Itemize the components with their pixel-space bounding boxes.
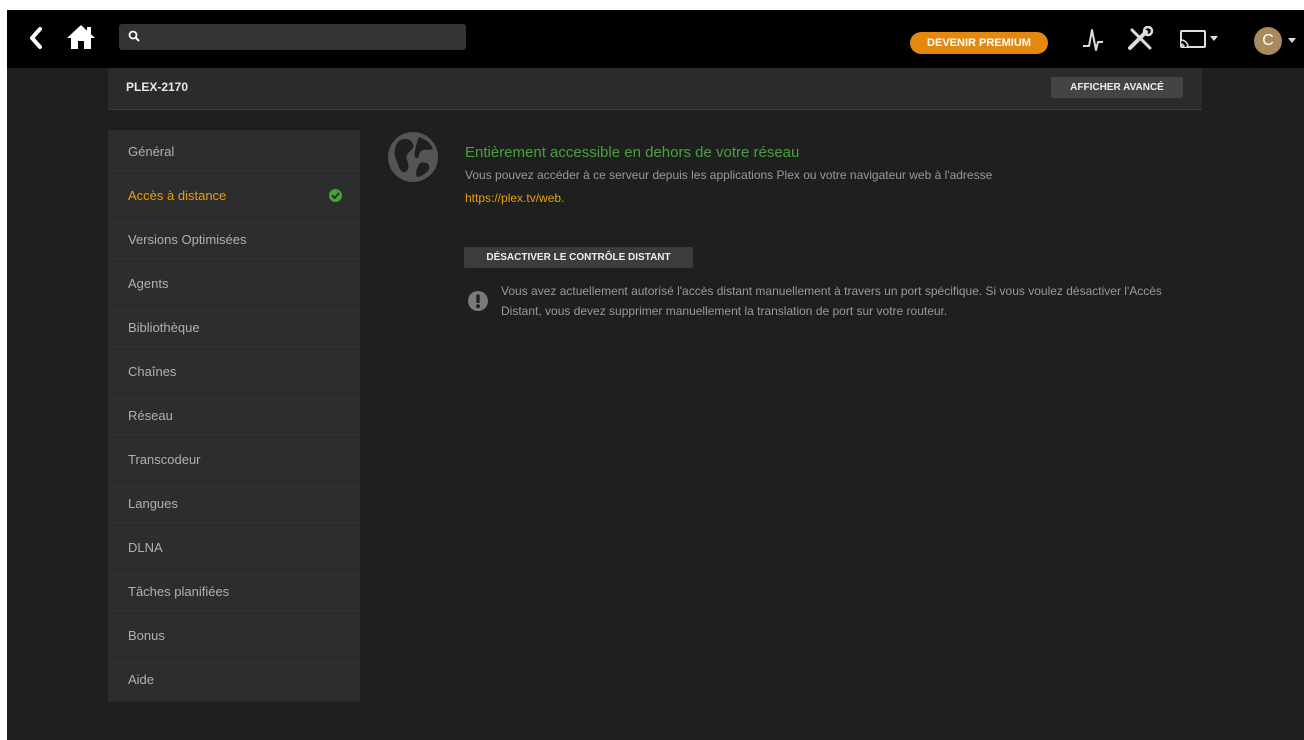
top-bar: DEVENIR PREMIUM C — [7, 10, 1304, 68]
sidebar-item-transcoder[interactable]: Transcodeur — [108, 438, 360, 482]
search-box[interactable] — [119, 24, 466, 50]
sidebar-item-library[interactable]: Bibliothèque — [108, 306, 360, 350]
sidebar-item-extras[interactable]: Bonus — [108, 614, 360, 658]
server-name: PLEX-2170 — [126, 80, 189, 94]
sidebar-item-label: Chaînes — [128, 364, 177, 379]
remote-access-description: Vous pouvez accéder à ce serveur depuis … — [465, 168, 993, 182]
sidebar-item-label: Transcodeur — [128, 452, 201, 467]
sidebar-item-label: Langues — [128, 496, 178, 511]
sidebar-item-general[interactable]: Général — [108, 130, 360, 174]
sidebar-item-label: Réseau — [128, 408, 173, 423]
settings-sidebar: Général Accès à distance Versions Optimi… — [108, 130, 360, 702]
sidebar-item-label: Versions Optimisées — [128, 232, 247, 247]
tools-icon[interactable] — [1126, 26, 1154, 52]
app-window: DEVENIR PREMIUM C PLEX-2170 AFFICHER AVA… — [7, 10, 1304, 740]
sidebar-item-label: DLNA — [128, 540, 163, 555]
cast-icon[interactable] — [1178, 26, 1222, 52]
sidebar-item-network[interactable]: Réseau — [108, 394, 360, 438]
premium-button[interactable]: DEVENIR PREMIUM — [910, 32, 1048, 54]
plex-web-link[interactable]: https://plex.tv/web. — [465, 191, 564, 205]
sidebar-item-label: Général — [128, 144, 175, 159]
sidebar-item-optimized-versions[interactable]: Versions Optimisées — [108, 218, 360, 262]
sidebar-item-scheduled-tasks[interactable]: Tâches planifiées — [108, 570, 360, 614]
search-icon — [128, 30, 140, 42]
manual-port-warning: Vous avez actuellement autorisé l'accès … — [501, 284, 1162, 318]
sidebar-item-remote-access[interactable]: Accès à distance — [108, 174, 360, 218]
sidebar-item-dlna[interactable]: DLNA — [108, 526, 360, 570]
sidebar-item-channels[interactable]: Chaînes — [108, 350, 360, 394]
globe-icon — [388, 132, 438, 182]
activity-icon[interactable] — [1082, 26, 1104, 52]
sidebar-item-label: Bibliothèque — [128, 320, 200, 335]
sidebar-item-label: Bonus — [128, 628, 165, 643]
sidebar-item-help[interactable]: Aide — [108, 658, 360, 702]
remote-access-status-title: Entièrement accessible en dehors de votr… — [465, 144, 800, 161]
sidebar-item-languages[interactable]: Langues — [108, 482, 360, 526]
chevron-down-icon[interactable] — [1287, 37, 1297, 45]
server-header: PLEX-2170 AFFICHER AVANCÉ — [108, 68, 1202, 110]
sidebar-item-label: Accès à distance — [128, 188, 227, 203]
search-input[interactable] — [147, 27, 457, 47]
warning-icon — [468, 291, 488, 311]
disable-remote-access-button[interactable]: DÉSACTIVER LE CONTRÔLE DISTANT — [464, 247, 693, 268]
show-advanced-button[interactable]: AFFICHER AVANCÉ — [1051, 77, 1183, 98]
sidebar-item-label: Agents — [128, 276, 169, 291]
avatar[interactable]: C — [1254, 27, 1282, 55]
sidebar-item-label: Aide — [128, 672, 155, 687]
chevron-left-icon[interactable] — [27, 26, 45, 50]
home-icon[interactable] — [66, 24, 96, 50]
sidebar-item-agents[interactable]: Agents — [108, 262, 360, 306]
sidebar-item-label: Tâches planifiées — [128, 584, 230, 599]
check-circle-icon — [329, 189, 342, 202]
